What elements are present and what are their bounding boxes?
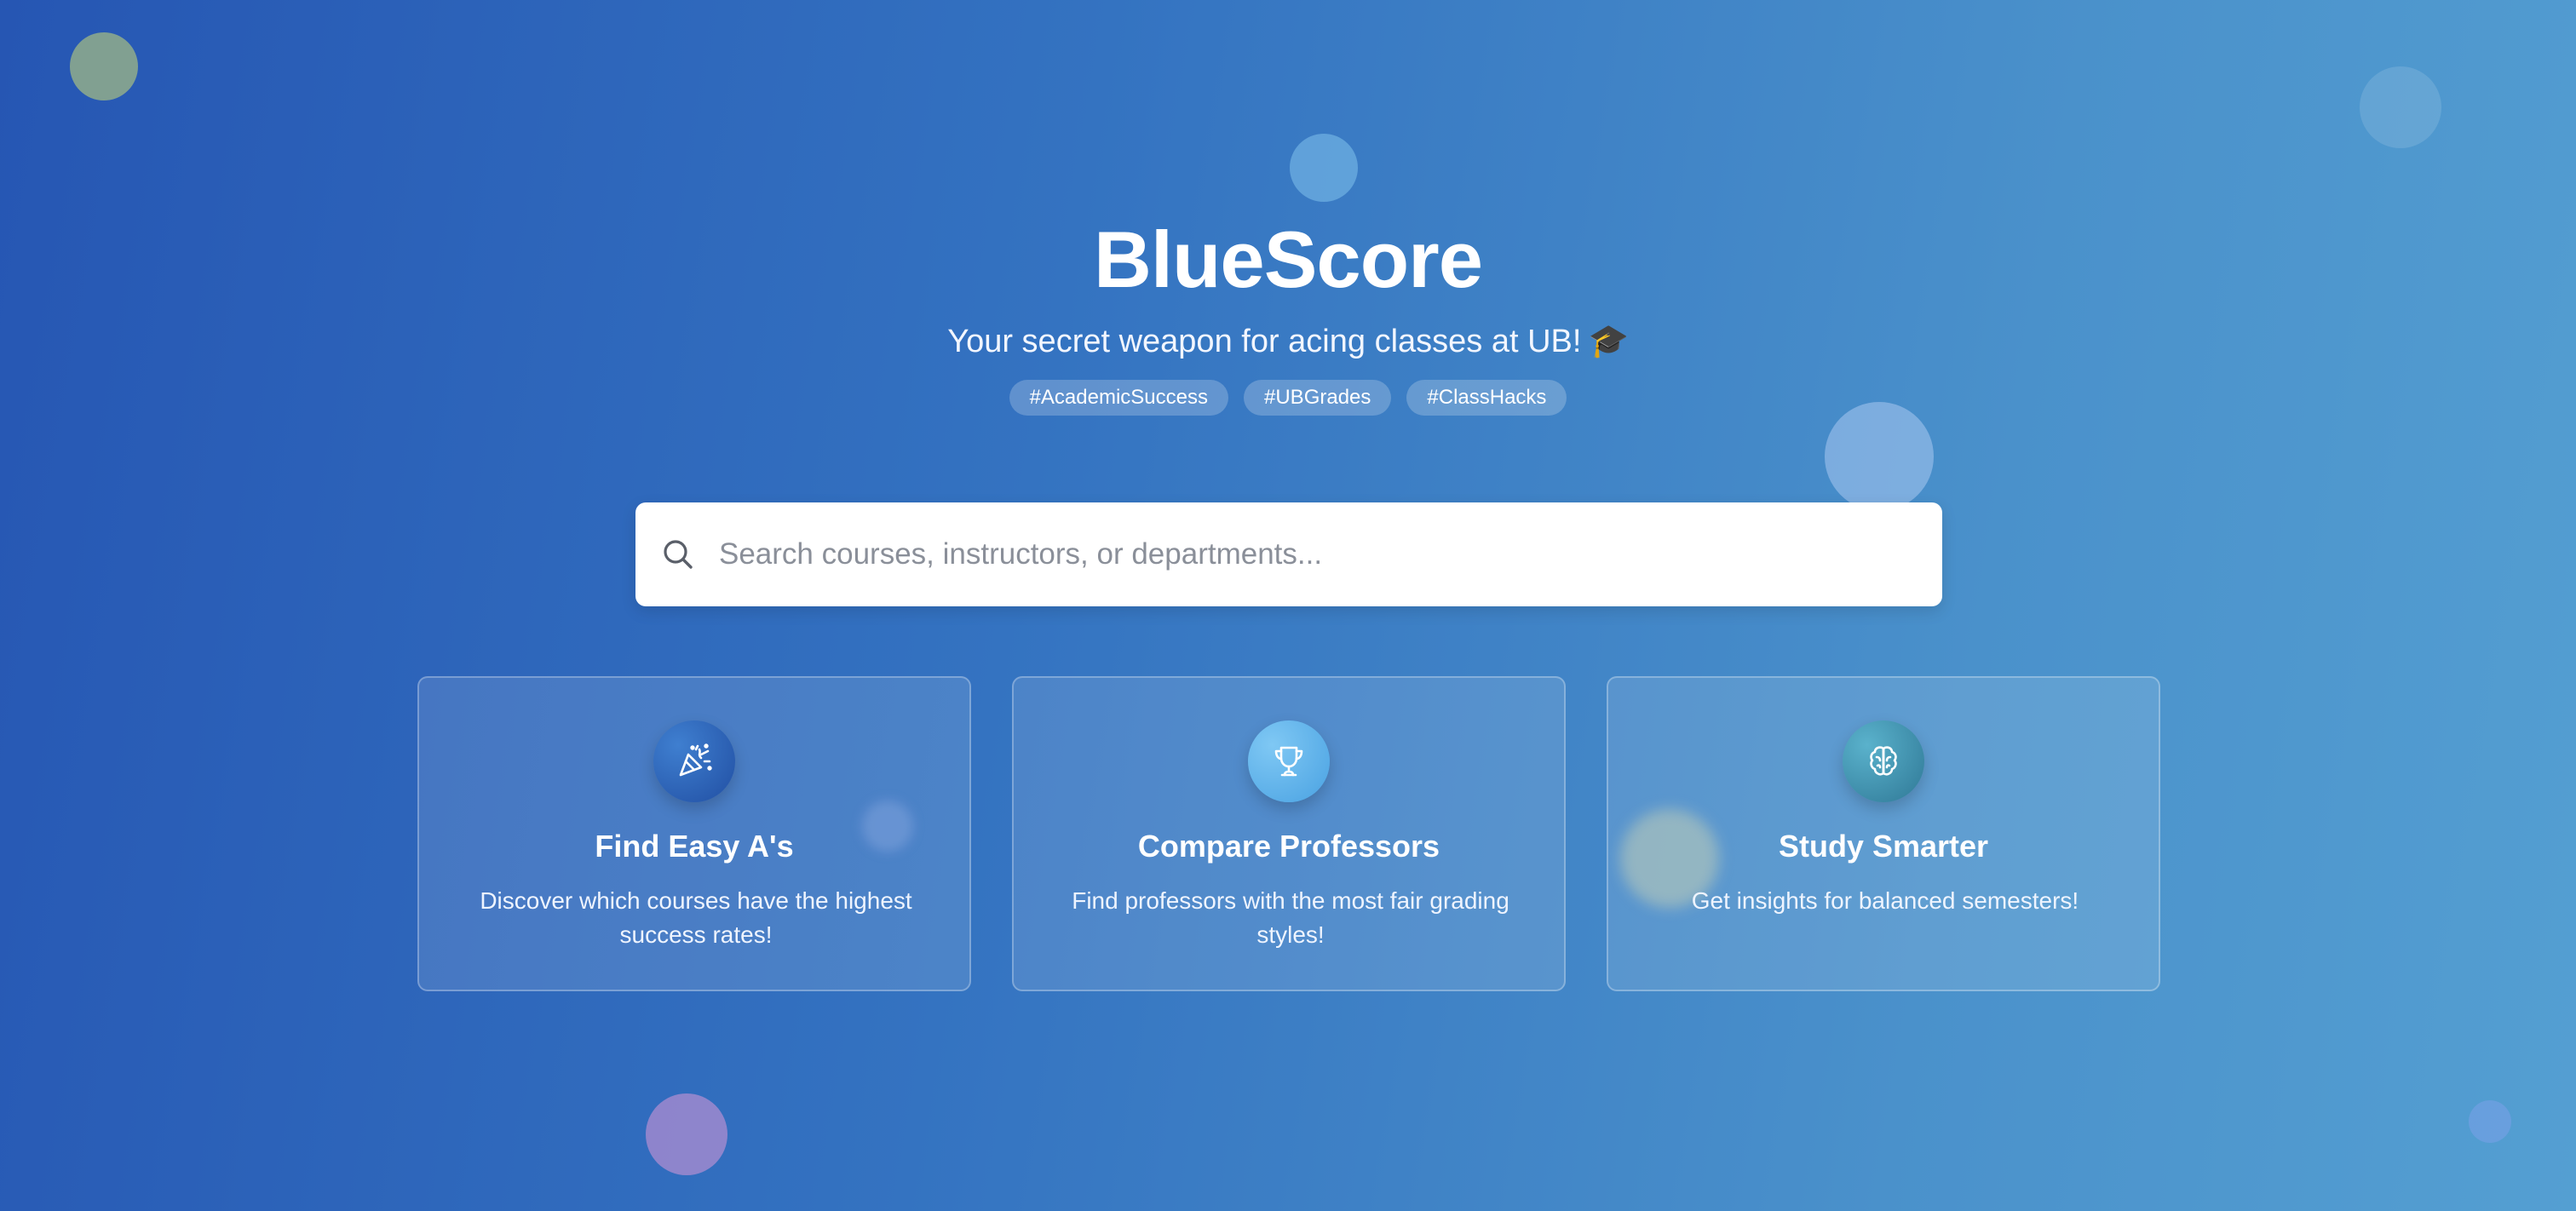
hashtag-badge: #UBGrades [1244, 380, 1392, 416]
feature-card-title: Study Smarter [1778, 829, 1989, 864]
decorative-bubble [1825, 402, 1934, 511]
feature-card-find-easy-as[interactable]: Find Easy A's Discover which courses hav… [417, 676, 971, 991]
search-input[interactable] [719, 502, 1912, 606]
feature-card-description: Get insights for balanced semesters! [1691, 887, 2079, 914]
hashtag-list: #AcademicSuccess #UBGrades #ClassHacks [0, 380, 2576, 416]
feature-card-title: Compare Professors [1137, 829, 1440, 864]
tagline: Your secret weapon for acing classes at … [0, 322, 2576, 361]
feature-card-description: Discover which courses have the highest … [480, 887, 912, 948]
search-icon [661, 537, 695, 571]
hero-section: BlueScore Your secret weapon for acing c… [0, 213, 2576, 416]
trophy-icon [1248, 720, 1330, 802]
party-popper-icon [653, 720, 735, 802]
search-bar[interactable] [635, 502, 1942, 606]
graduation-cap-icon: 🎓 [1588, 324, 1629, 359]
decorative-bubble [646, 1093, 727, 1175]
feature-card-compare-professors[interactable]: Compare Professors Find professors with … [1012, 676, 1566, 991]
hashtag-badge: #AcademicSuccess [1009, 380, 1228, 416]
decorative-bubble [70, 32, 138, 100]
decorative-bubble [2360, 66, 2441, 148]
decorative-bubble [1290, 134, 1358, 202]
feature-card-title: Find Easy A's [595, 829, 794, 864]
page-title: BlueScore [1094, 215, 1483, 304]
decorative-bubble [2469, 1100, 2511, 1143]
feature-card-study-smarter[interactable]: Study Smarter Get insights for balanced … [1607, 676, 2160, 991]
feature-card-description: Find professors with the most fair gradi… [1072, 887, 1509, 948]
brain-icon [1843, 720, 1924, 802]
tagline-text: Your secret weapon for acing classes at … [947, 324, 1582, 359]
hashtag-badge: #ClassHacks [1406, 380, 1567, 416]
